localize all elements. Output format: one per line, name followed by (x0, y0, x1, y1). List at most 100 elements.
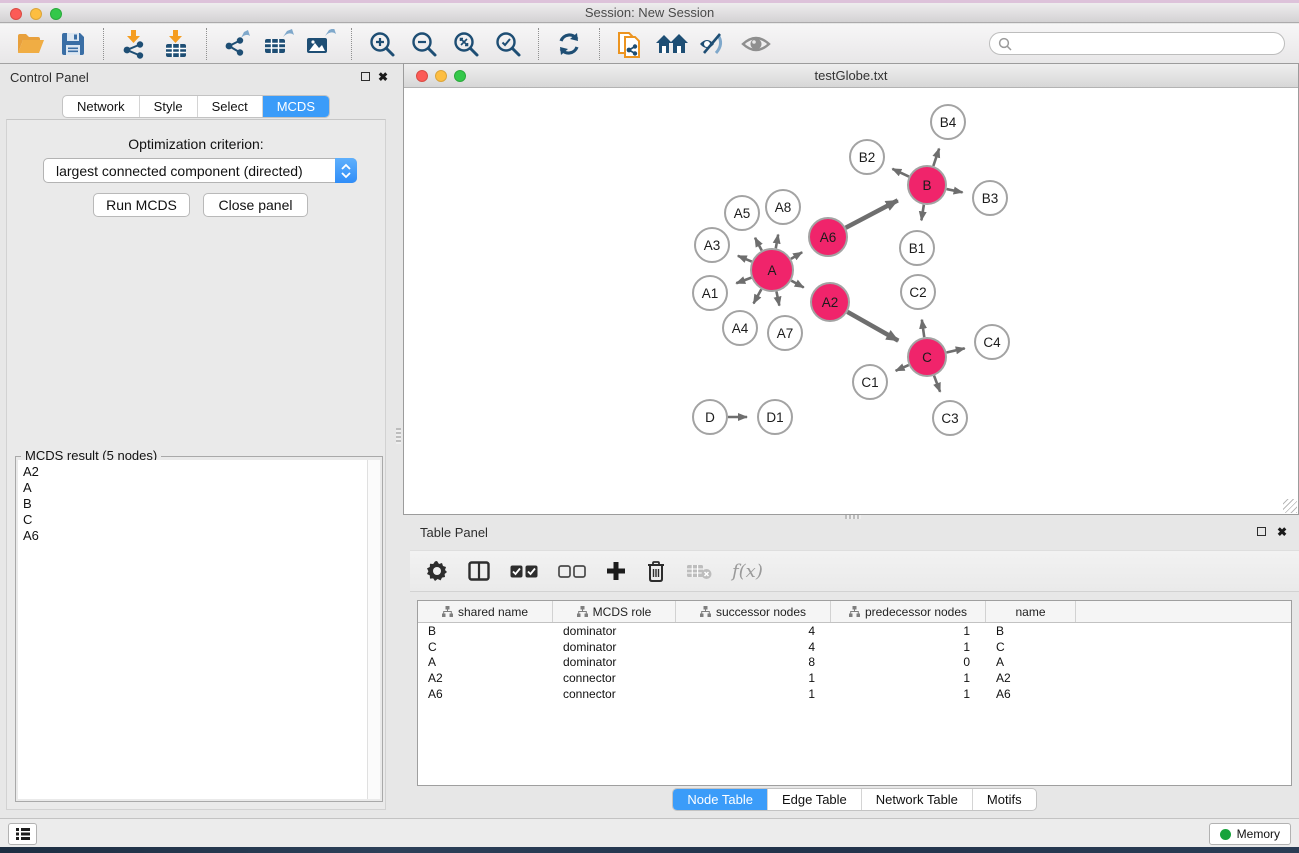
node-A1[interactable]: A1 (693, 276, 727, 310)
node-A7[interactable]: A7 (768, 316, 802, 350)
edge-B-B1[interactable] (921, 205, 923, 221)
tab-network[interactable]: Network (63, 96, 140, 117)
tab-select[interactable]: Select (198, 96, 263, 117)
cell-successor-nodes[interactable]: 1 (676, 687, 831, 701)
edge-B-B4[interactable] (933, 149, 939, 166)
mcds-result-item[interactable]: C (23, 512, 367, 528)
cell-successor-nodes[interactable]: 8 (676, 655, 831, 669)
table-row[interactable]: Adominator80A (418, 655, 1291, 671)
horizontal-splitter-handle[interactable] (845, 515, 861, 519)
node-D1[interactable]: D1 (758, 400, 792, 434)
cell-shared-name[interactable]: B (418, 624, 553, 638)
zoom-selected-icon[interactable] (491, 27, 525, 61)
import-network-icon[interactable] (117, 27, 151, 61)
save-session-icon[interactable] (56, 27, 90, 61)
cell-MCDS-role[interactable]: dominator (553, 640, 676, 654)
gear-icon[interactable] (426, 560, 448, 582)
column-header-predecessor-nodes[interactable]: predecessor nodes (831, 601, 986, 622)
node-B1[interactable]: B1 (900, 231, 934, 265)
edge-C-C2[interactable] (922, 320, 924, 337)
node-A6[interactable]: A6 (809, 218, 847, 256)
edge-A-A2[interactable] (791, 281, 803, 288)
select-all-icon[interactable] (510, 565, 538, 578)
edge-C-C3[interactable] (934, 376, 940, 392)
table-row[interactable]: A6connector11A6 (418, 686, 1291, 702)
cell-name[interactable]: A6 (986, 687, 1076, 701)
edge-A-A5[interactable] (755, 238, 762, 251)
network-minimize-icon[interactable] (435, 70, 447, 82)
edge-A-A1[interactable] (736, 278, 751, 284)
edge-B-B2[interactable] (892, 169, 909, 177)
network-canvas[interactable]: AA1A2A3A4A5A6A7A8BB1B2B3B4CC1C2C3C4DD1 (404, 88, 1298, 514)
zoom-out-icon[interactable] (407, 27, 441, 61)
node-C3[interactable]: C3 (933, 401, 967, 435)
zoom-in-icon[interactable] (365, 27, 399, 61)
run-mcds-button[interactable]: Run MCDS (93, 193, 190, 217)
edge-A2-C[interactable] (847, 312, 898, 341)
search-field[interactable] (989, 32, 1285, 55)
tab-mcds[interactable]: MCDS (263, 96, 329, 117)
tab-motifs[interactable]: Motifs (973, 789, 1036, 810)
control-panel-float-icon[interactable] (361, 72, 370, 81)
column-header-successor-nodes[interactable]: successor nodes (676, 601, 831, 622)
cell-successor-nodes[interactable]: 4 (676, 640, 831, 654)
search-input[interactable] (1017, 37, 1276, 51)
hide-eye-icon[interactable] (697, 27, 731, 61)
control-panel-close-icon[interactable]: ✖ (378, 72, 388, 82)
cell-name[interactable]: A (986, 655, 1076, 669)
tab-edge-table[interactable]: Edge Table (768, 789, 862, 810)
deselect-all-icon[interactable] (558, 565, 586, 578)
column-header-MCDS-role[interactable]: MCDS role (553, 601, 676, 622)
cell-shared-name[interactable]: A2 (418, 671, 553, 685)
cell-name[interactable]: A2 (986, 671, 1076, 685)
zoom-fit-icon[interactable] (449, 27, 483, 61)
vertical-splitter-handle[interactable] (396, 428, 401, 444)
cell-MCDS-role[interactable]: dominator (553, 655, 676, 669)
cell-successor-nodes[interactable]: 4 (676, 624, 831, 638)
node-A8[interactable]: A8 (766, 190, 800, 224)
node-A3[interactable]: A3 (695, 228, 729, 262)
edge-A-A7[interactable] (776, 292, 779, 306)
clone-network-icon[interactable] (613, 27, 647, 61)
table-row[interactable]: A2connector11A2 (418, 670, 1291, 686)
node-A4[interactable]: A4 (723, 311, 757, 345)
column-header-name[interactable]: name (986, 601, 1076, 622)
cell-name[interactable]: C (986, 640, 1076, 654)
cell-predecessor-nodes[interactable]: 1 (831, 624, 986, 638)
add-icon[interactable] (606, 561, 626, 581)
mcds-result-item[interactable]: A6 (23, 528, 367, 544)
close-window-icon[interactable] (10, 8, 22, 20)
node-B3[interactable]: B3 (973, 181, 1007, 215)
table-row[interactable]: Bdominator41B (418, 623, 1291, 639)
cell-shared-name[interactable]: C (418, 640, 553, 654)
node-C2[interactable]: C2 (901, 275, 935, 309)
tab-node-table[interactable]: Node Table (673, 789, 768, 810)
node-C4[interactable]: C4 (975, 325, 1009, 359)
mcds-result-item[interactable]: A2 (23, 464, 367, 480)
cell-predecessor-nodes[interactable]: 1 (831, 671, 986, 685)
node-C1[interactable]: C1 (853, 365, 887, 399)
node-A2[interactable]: A2 (811, 283, 849, 321)
mcds-result-list[interactable]: A2ABCA6 (18, 460, 367, 799)
minimize-window-icon[interactable] (30, 8, 42, 20)
node-B[interactable]: B (908, 166, 946, 204)
cell-name[interactable]: B (986, 624, 1076, 638)
network-close-icon[interactable] (416, 70, 428, 82)
edge-C-C4[interactable] (946, 348, 964, 352)
zoom-window-icon[interactable] (50, 8, 62, 20)
network-graph[interactable]: AA1A2A3A4A5A6A7A8BB1B2B3B4CC1C2C3C4DD1 (404, 88, 1298, 514)
edge-A-A3[interactable] (738, 256, 752, 262)
table-row[interactable]: Cdominator41C (418, 639, 1291, 655)
edge-A-A8[interactable] (776, 235, 778, 249)
result-scrollbar[interactable] (367, 460, 380, 799)
node-D[interactable]: D (693, 400, 727, 434)
columns-icon[interactable] (468, 561, 490, 581)
network-zoom-icon[interactable] (454, 70, 466, 82)
export-network-icon[interactable] (220, 27, 254, 61)
export-image-icon[interactable] (304, 27, 338, 61)
close-panel-button[interactable]: Close panel (203, 193, 308, 217)
cell-shared-name[interactable]: A (418, 655, 553, 669)
table-panel-close-icon[interactable]: ✖ (1277, 527, 1287, 537)
edge-A-A4[interactable] (754, 289, 762, 303)
tab-network-table[interactable]: Network Table (862, 789, 973, 810)
